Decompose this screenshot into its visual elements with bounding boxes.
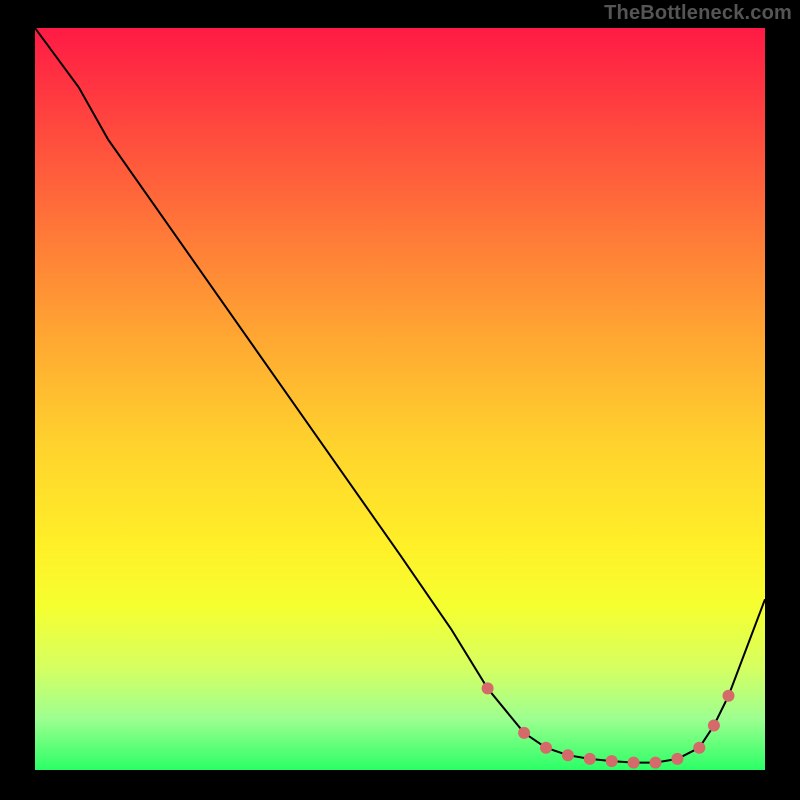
data-marker — [482, 682, 494, 694]
data-marker — [584, 753, 596, 765]
data-marker — [518, 727, 530, 739]
data-marker — [708, 720, 720, 732]
data-marker — [650, 757, 662, 769]
plot-svg — [35, 28, 765, 770]
chart-container: TheBottleneck.com — [0, 0, 800, 800]
watermark-text: TheBottleneck.com — [604, 2, 792, 25]
data-marker — [540, 742, 552, 754]
plot-area — [35, 28, 765, 770]
data-marker — [671, 753, 683, 765]
data-marker — [562, 749, 574, 761]
data-marker — [693, 742, 705, 754]
data-marker — [628, 757, 640, 769]
data-marker — [606, 755, 618, 767]
gradient-background — [35, 28, 765, 770]
data-marker — [723, 690, 735, 702]
